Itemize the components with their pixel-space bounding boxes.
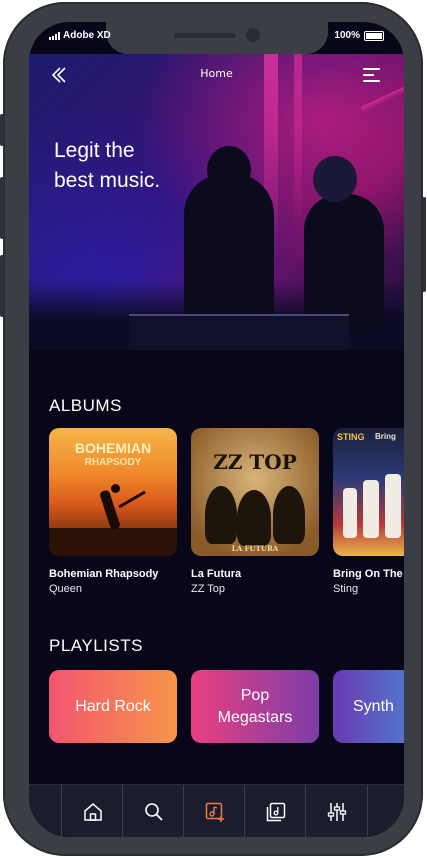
album-title: La Futura	[191, 568, 242, 580]
phone-frame: Adobe XD 100% Home Legit the best music.…	[0, 2, 426, 856]
performer-figure	[343, 488, 357, 538]
album-title: Bring On The	[333, 568, 403, 580]
carrier-label: Adobe XD	[63, 30, 111, 41]
album-card[interactable]: BOHEMIAN RHAPSODY Bohemian Rhapsody Quee…	[49, 428, 177, 595]
playlist-card-synth[interactable]: Synth	[333, 670, 404, 743]
band-member-silhouette	[273, 486, 305, 544]
hero-headline: Legit the best music.	[54, 139, 161, 192]
playlists-carousel[interactable]: Hard Rock Pop Megastars Synth	[49, 670, 404, 743]
album-card[interactable]: ZZ TOP LA FUTURA La Futura ZZ Top	[191, 428, 319, 595]
menu-icon[interactable]	[363, 68, 380, 82]
battery-label: 100%	[334, 30, 360, 41]
playlist-label: Hard Rock	[75, 697, 151, 715]
dj-figure	[304, 194, 384, 334]
music-library-add-icon	[205, 802, 224, 822]
bottom-tab-bar	[29, 784, 404, 837]
dj-head	[313, 156, 357, 202]
album-title: Bohemian Rhapsody	[49, 568, 159, 580]
cover-subtitle: RHAPSODY	[84, 457, 142, 468]
battery-icon	[364, 30, 384, 41]
playlist-label: Pop Megastars	[217, 686, 293, 726]
dj-figure	[184, 174, 274, 324]
playlists-heading: PLAYLISTS	[49, 636, 143, 655]
performer-figure	[385, 474, 401, 538]
home-icon	[83, 802, 102, 821]
album-artist: Queen	[49, 583, 83, 595]
album-card[interactable]: STING Bring Bring On The Sting	[333, 428, 404, 595]
band-member-silhouette	[205, 486, 237, 544]
signal-icon	[49, 31, 60, 40]
album-artist: ZZ Top	[191, 583, 226, 595]
tab-library-active[interactable]	[183, 785, 245, 837]
album-cover[interactable]: BOHEMIAN RHAPSODY	[49, 428, 177, 556]
playlist-icon	[266, 802, 285, 821]
dj-head	[207, 146, 251, 194]
albums-carousel[interactable]: BOHEMIAN RHAPSODY Bohemian Rhapsody Quee…	[49, 428, 404, 595]
album-artist: Sting	[333, 583, 359, 595]
tab-home[interactable]	[61, 785, 123, 837]
tab-playlists[interactable]	[244, 785, 306, 837]
equalizer-icon	[327, 802, 346, 821]
albums-heading: ALBUMS	[49, 396, 122, 415]
status-bar: Adobe XD 100%	[29, 22, 404, 52]
volume-up-button	[0, 177, 4, 239]
top-nav: Home	[29, 54, 404, 96]
tab-equalizer[interactable]	[305, 785, 368, 837]
performer-figure	[363, 480, 379, 538]
status-left: Adobe XD	[49, 30, 111, 41]
mute-switch	[0, 114, 4, 146]
playlist-card-hard-rock[interactable]: Hard Rock	[49, 670, 177, 743]
cover-subtitle: LA FUTURA	[231, 544, 279, 553]
tab-search[interactable]	[122, 785, 184, 837]
playlist-label: Synth	[353, 697, 394, 715]
page-title: Home	[200, 67, 233, 80]
dj-deck	[129, 314, 349, 350]
cover-title: ZZ TOP	[213, 450, 297, 474]
status-right: 100%	[334, 30, 384, 41]
singer-silhouette	[99, 489, 121, 531]
playlist-card-pop-megastars[interactable]: Pop Megastars	[191, 670, 319, 743]
singer-arm	[118, 490, 146, 509]
search-icon	[144, 802, 163, 821]
singer-head	[111, 484, 120, 493]
cover-subtitle: Bring	[375, 432, 396, 441]
volume-down-button	[0, 255, 4, 317]
album-cover[interactable]: ZZ TOP LA FUTURA	[191, 428, 319, 556]
stage-silhouette	[49, 528, 177, 556]
cover-title: STING	[337, 432, 365, 442]
album-cover[interactable]: STING Bring	[333, 428, 404, 556]
hero-banner: Home Legit the best music.	[29, 54, 404, 350]
power-button	[422, 197, 426, 292]
app-screen: Adobe XD 100% Home Legit the best music.…	[29, 22, 404, 837]
cover-title: BOHEMIAN	[74, 440, 152, 456]
band-member-silhouette	[237, 490, 271, 546]
